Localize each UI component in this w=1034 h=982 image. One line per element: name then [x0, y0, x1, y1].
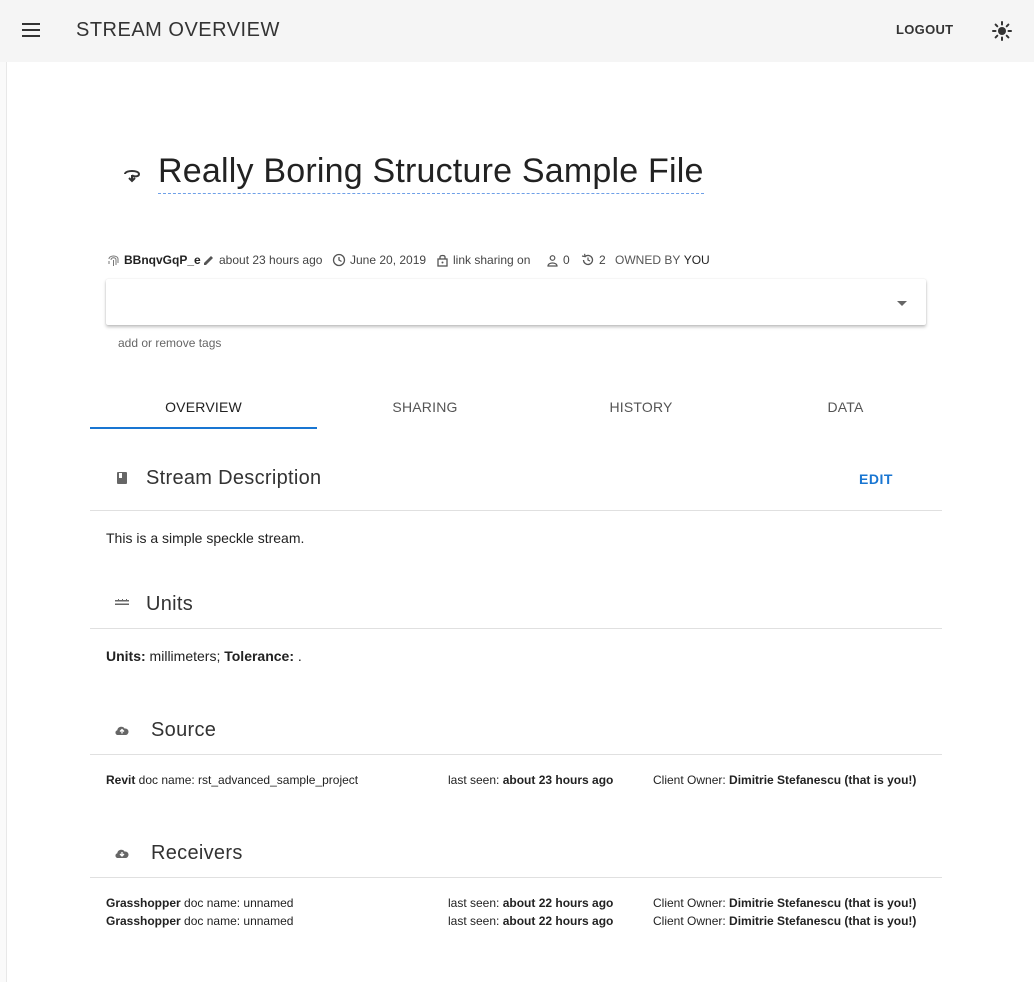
app-bar: STREAM OVERVIEW LOGOUT	[0, 0, 1034, 62]
receiver-client: Grasshopper doc name: unnamed	[106, 896, 294, 910]
cloud-upload-icon	[115, 726, 129, 735]
active-tab-indicator	[90, 427, 317, 429]
units-text: Units: millimeters; Tolerance: .	[106, 648, 302, 664]
tab-history[interactable]: HISTORY	[533, 382, 749, 430]
tab-sharing[interactable]: SHARING	[317, 382, 533, 430]
users-count: 0	[546, 253, 570, 267]
stream-tabs: OVERVIEW SHARING HISTORY DATA	[90, 382, 942, 430]
receiver-owner: Client Owner: Dimitrie Stefanescu (that …	[653, 896, 917, 910]
stream-id: BBnqvGqP_e	[107, 253, 201, 267]
receiver-last-seen: last seen: about 22 hours ago	[448, 896, 614, 910]
stream-icon	[124, 170, 141, 183]
edit-description-button[interactable]: EDIT	[859, 471, 893, 487]
tab-overview[interactable]: OVERVIEW	[90, 382, 317, 430]
lock-icon	[437, 254, 448, 267]
source-owner: Client Owner: Dimitrie Stefanescu (that …	[653, 773, 917, 787]
receivers-heading: Receivers	[151, 842, 243, 864]
tags-hint: add or remove tags	[118, 336, 222, 350]
cloud-download-icon	[115, 849, 129, 858]
clock-icon	[332, 253, 346, 267]
stream-title[interactable]: Really Boring Structure Sample File	[158, 152, 704, 194]
stream-created: June 20, 2019	[332, 253, 426, 267]
book-icon	[117, 472, 127, 484]
caret-down-icon[interactable]	[897, 301, 907, 306]
source-last-seen: last seen: about 23 hours ago	[448, 773, 614, 787]
sun-icon	[992, 21, 1012, 41]
description-heading: Stream Description	[146, 467, 322, 489]
receiver-client: Grasshopper doc name: unnamed	[106, 914, 294, 928]
source-client: Revit doc name: rst_advanced_sample_proj…	[106, 773, 359, 787]
source-heading: Source	[151, 719, 217, 741]
person-icon	[547, 254, 558, 267]
link-sharing-status[interactable]: link sharing on	[436, 253, 530, 267]
app-title: STREAM OVERVIEW	[76, 19, 280, 41]
divider	[90, 877, 942, 878]
stream-updated: about 23 hours ago	[202, 253, 322, 267]
pencil-icon	[204, 255, 213, 265]
stream-ownership: OWNED BY YOU	[615, 253, 710, 267]
description-text: This is a simple speckle stream.	[106, 530, 305, 546]
main-content: Really Boring Structure Sample File BBnq…	[6, 62, 1034, 982]
units-heading: Units	[146, 593, 194, 615]
history-count: 2	[581, 253, 606, 267]
ruler-icon	[115, 599, 129, 605]
tags-select[interactable]	[106, 279, 926, 325]
receiver-owner: Client Owner: Dimitrie Stefanescu (that …	[653, 914, 917, 928]
divider	[90, 754, 942, 755]
divider	[90, 628, 942, 629]
theme-toggle-button[interactable]	[990, 19, 1014, 43]
logout-button[interactable]: LOGOUT	[896, 22, 953, 37]
menu-button[interactable]	[18, 17, 46, 45]
divider	[90, 510, 942, 511]
fingerprint-icon	[108, 255, 119, 266]
receiver-last-seen: last seen: about 22 hours ago	[448, 914, 614, 928]
tab-data[interactable]: DATA	[749, 382, 942, 430]
history-icon	[581, 253, 594, 266]
